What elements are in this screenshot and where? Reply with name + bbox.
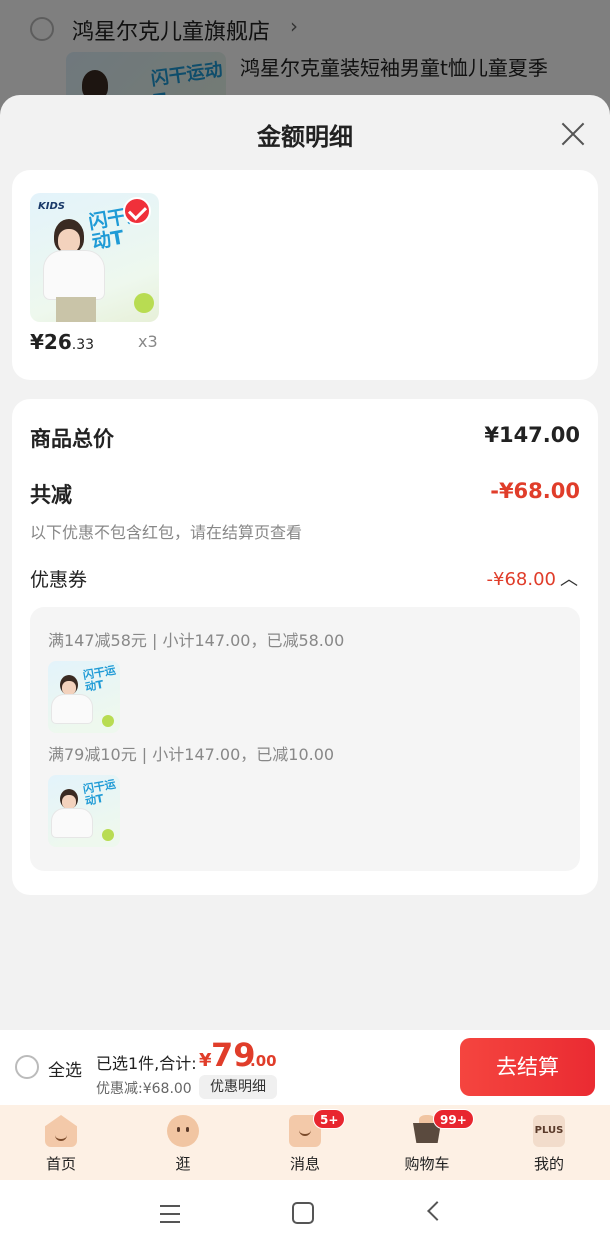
total-currency: ¥ <box>199 1050 212 1071</box>
system-navigation-bar <box>0 1180 610 1251</box>
coupon-product-thumbnail: 闪干运动T <box>48 775 120 847</box>
coupon-line: 满79减10元 | 小计147.00，已减10.00 <box>48 745 335 764</box>
tab-browse[interactable]: 逛 <box>133 1105 233 1180</box>
tab-label: 逛 <box>175 1155 191 1173</box>
reduction-label: 共减 <box>30 483 72 507</box>
total-price-label: 商品总价 <box>30 427 114 451</box>
select-all-label[interactable]: 全选 <box>48 1056 82 1081</box>
home-square-icon[interactable] <box>292 1202 314 1224</box>
checkmark-icon <box>123 197 151 225</box>
checkout-button[interactable]: 去结算 <box>460 1038 595 1096</box>
message-badge: 5+ <box>313 1109 346 1129</box>
discount-detail-button[interactable]: 优惠明细 <box>199 1075 277 1099</box>
coupon-line: 满147减58元 | 小计147.00，已减58.00 <box>48 631 345 650</box>
coupon-label: 优惠券 <box>30 569 88 591</box>
tab-cart[interactable]: 99+ 购物车 <box>377 1105 477 1180</box>
tab-label: 消息 <box>289 1155 320 1173</box>
bottom-tab-bar: 首页 逛 5+ 消息 99+ 购物车 PLUS 我的 <box>0 1105 610 1180</box>
coupon-detail-box: 满147减58元 | 小计147.00，已减58.00 闪干运动T 满79减10… <box>30 607 580 871</box>
close-icon[interactable] <box>556 117 590 151</box>
reduction-value: -¥68.00 <box>490 479 580 503</box>
brand-logo: KIDS <box>38 201 65 212</box>
coupon-toggle[interactable]: -¥68.00 ︿ <box>487 565 578 591</box>
price-breakdown-card: 商品总价 ¥147.00 共减 -¥68.00 以下优惠不包含红包，请在结算页查… <box>12 399 598 895</box>
thumbnail-slogan: 闪干运动T <box>82 777 117 808</box>
discount-amount: 优惠减:¥68.00 <box>96 1081 192 1097</box>
coupon-product-thumbnail: 闪干运动T <box>48 661 120 733</box>
thumbnail-slogan: 闪干运动T <box>82 663 117 694</box>
plus-member-icon: PLUS <box>533 1115 565 1147</box>
selection-summary: 已选1件,合计: <box>96 1054 197 1073</box>
select-all-radio[interactable] <box>15 1055 39 1079</box>
tab-label: 购物车 <box>404 1155 450 1173</box>
menu-icon[interactable] <box>158 1202 182 1226</box>
tab-label: 我的 <box>533 1155 564 1173</box>
back-icon[interactable] <box>427 1201 447 1221</box>
tab-label: 首页 <box>45 1155 76 1173</box>
cart-badge: 99+ <box>433 1109 474 1129</box>
discount-note: 以下优惠不包含红包，请在结算页查看 <box>30 523 303 542</box>
chevron-up-icon: ︿ <box>560 569 578 590</box>
item-unit-price: ¥26.33 <box>30 330 95 354</box>
sheet-title: 金额明细 <box>257 123 353 151</box>
coupon-value: -¥68.00 <box>486 569 556 590</box>
item-quantity: x3 <box>138 332 158 351</box>
tab-home[interactable]: 首页 <box>11 1105 111 1180</box>
amount-detail-sheet: 金额明细 KIDS 闪干运动T ¥26.33 x3 商品总价 ¥147.00 共… <box>0 95 610 1030</box>
tab-messages[interactable]: 5+ 消息 <box>255 1105 355 1180</box>
browse-face-icon <box>167 1115 199 1147</box>
total-price-value: ¥147.00 <box>484 423 580 447</box>
checkout-bar: 全选 已选1件,合计: ¥ 79 .00 优惠减:¥68.00 优惠明细 去结算 <box>0 1030 610 1105</box>
total-decimal: .00 <box>250 1052 277 1070</box>
item-card: KIDS 闪干运动T ¥26.33 x3 <box>12 170 598 380</box>
home-icon <box>45 1115 77 1147</box>
tab-mine[interactable]: PLUS 我的 <box>499 1105 599 1180</box>
total-amount: 79 <box>211 1036 256 1074</box>
